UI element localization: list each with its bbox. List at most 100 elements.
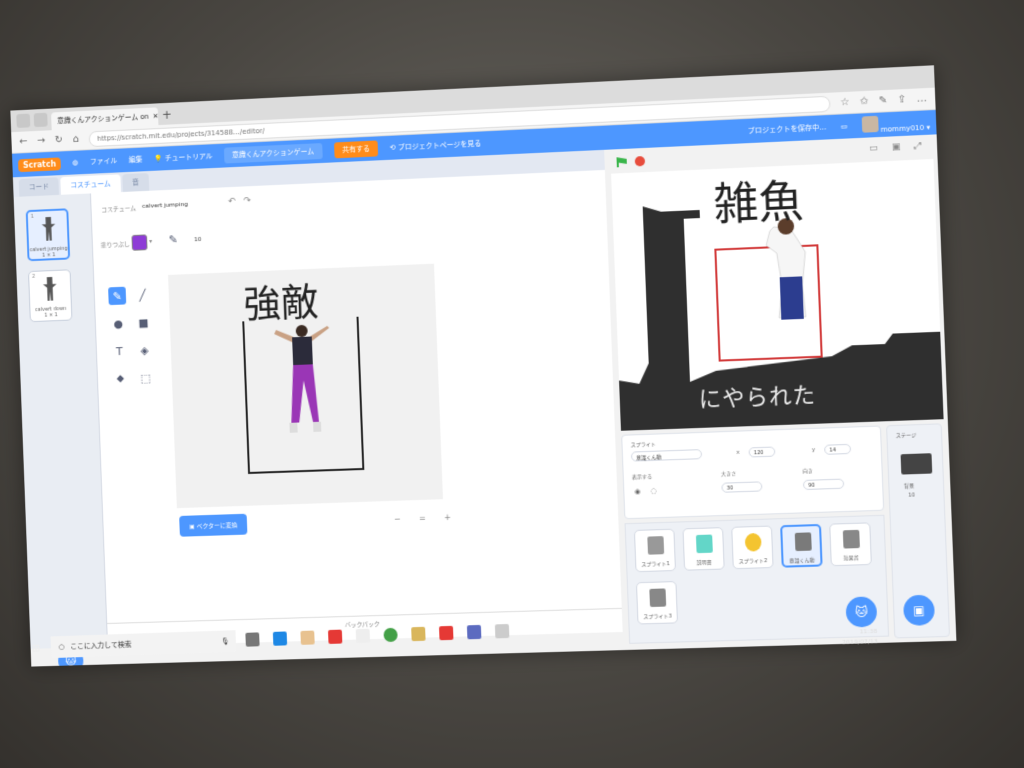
paint-editor: コスチューム calvert jumping ↶ ↷ 塗りつぶし ▾ ✎ 10 … (90, 169, 623, 647)
y-input[interactable]: 14 (824, 443, 852, 455)
app-icon[interactable] (300, 630, 315, 645)
eraser-icon[interactable]: ⬥ (111, 370, 129, 388)
share-button[interactable]: 共有する (334, 140, 379, 159)
store-icon[interactable] (355, 628, 371, 644)
sprite-item[interactable]: 説明書 (682, 527, 725, 571)
brush-tool-icon[interactable]: ✎ (108, 286, 127, 306)
sprite-info-panel: スプライト 意識くん動 x 120 y 14 表示する ◉ ◌ 大きさ 30 向… (621, 425, 885, 520)
sprite-item[interactable]: スプライト1 (633, 528, 676, 573)
tab-list-icon[interactable] (33, 112, 48, 128)
sprite-name: スプライト1 (641, 561, 670, 569)
redo-icon[interactable]: ↷ (243, 196, 251, 206)
sprite-name: 説明書 (696, 559, 712, 567)
costume-item[interactable]: 1 calvert jumping 1 × 1 (25, 208, 71, 262)
costume-name-label: コスチューム (101, 205, 137, 214)
fill-label: 塗りつぶし (100, 241, 131, 250)
sprite-item[interactable]: スプライト2 (731, 525, 774, 570)
see-project-label: プロジェクトページを見る (397, 139, 482, 152)
favorites-icon[interactable]: ✩ (860, 96, 869, 108)
costume-thumbnail (41, 217, 55, 241)
stop-icon[interactable] (634, 156, 646, 167)
forward-icon[interactable]: → (37, 135, 46, 146)
fullscreen-icon[interactable]: ⤢ (914, 141, 922, 151)
sprite-thumbnail (695, 534, 713, 554)
y-label: y (811, 447, 816, 454)
chevron-down-icon: ▾ (926, 123, 931, 132)
paint-canvas[interactable]: 強敵 (168, 263, 443, 509)
undo-icon[interactable]: ↶ (228, 197, 236, 207)
scratch-logo[interactable]: Scratch (17, 156, 62, 172)
sprite-name-input[interactable]: 意識くん動 (630, 449, 703, 462)
home-icon[interactable]: ⌂ (72, 134, 79, 145)
direction-input[interactable]: 90 (802, 478, 845, 491)
x-input[interactable]: 120 (748, 446, 776, 458)
back-icon[interactable]: ← (19, 136, 27, 147)
edit-menu-label: 編集 (128, 155, 143, 165)
file-menu[interactable]: ファイル (90, 156, 118, 167)
sprite-thumbnail (842, 529, 860, 549)
chrome-icon[interactable] (383, 627, 398, 643)
app-icon[interactable] (439, 625, 454, 641)
see-project-page-button[interactable]: ⟲ プロジェクトページを見る (390, 139, 482, 153)
tab-title: 意識くんアクションゲーム on (57, 112, 149, 126)
refresh-icon[interactable]: ↻ (55, 135, 64, 146)
rectangle-tool-icon[interactable]: ■ (134, 313, 152, 331)
tab-code[interactable]: コード (18, 177, 59, 197)
share-icon[interactable]: ⇪ (897, 94, 906, 106)
sprite-item[interactable]: 意識くん動 (780, 523, 823, 568)
convert-label: ベクターに変換 (196, 521, 238, 531)
fill-bucket-icon[interactable]: ◈ (135, 341, 153, 359)
zoom-controls[interactable]: − = + (394, 513, 459, 524)
small-stage-icon[interactable]: ▭ (869, 143, 878, 154)
costume-item[interactable]: 2 calvert down 1 × 1 (27, 269, 73, 323)
costume-number: 1 (30, 213, 34, 220)
tutorials-menu[interactable]: 💡 チュートリアル (154, 151, 213, 164)
search-placeholder: ここに入力して検索 (70, 640, 132, 651)
convert-to-vector-button[interactable]: ▣ ベクターに変換 (179, 513, 248, 537)
sprite-item[interactable]: 効果音 (829, 522, 872, 567)
app-icon[interactable] (328, 629, 343, 644)
taskbar-search-box[interactable]: ○ ここに入力して検索 🎙 (50, 630, 237, 659)
more-icon[interactable]: … (916, 93, 927, 105)
project-title-input[interactable]: 意識くんアクションゲーム (223, 143, 323, 164)
language-globe-icon[interactable]: ◍ (72, 159, 78, 167)
edge-browser-icon[interactable] (272, 631, 288, 646)
green-flag-icon[interactable] (616, 157, 626, 168)
line-tool-icon[interactable]: ╱ (133, 286, 151, 304)
stage-text-bottom: にやられた (698, 383, 817, 413)
hide-eye-icon[interactable]: ◌ (650, 487, 656, 495)
avatar (861, 115, 879, 133)
size-input[interactable]: 30 (721, 481, 763, 493)
tab-sounds[interactable]: 音 (122, 173, 150, 192)
window-control-icon[interactable] (16, 113, 31, 128)
stage-canvas[interactable]: 雑魚 にやられた (611, 158, 944, 431)
outline-brush-icon[interactable]: ✎ (168, 233, 177, 246)
select-tool-icon[interactable]: ⬚ (136, 369, 154, 387)
close-tab-icon[interactable]: ✕ (152, 112, 158, 120)
circle-tool-icon[interactable]: ● (109, 314, 127, 332)
costume-name-input[interactable]: calvert jumping (142, 201, 188, 210)
new-tab-button[interactable]: + (162, 108, 172, 122)
save-status: プロジェクトを保存中… (747, 123, 827, 136)
favorite-star-icon[interactable]: ☆ (840, 97, 850, 109)
file-explorer-icon[interactable] (411, 626, 426, 642)
sprite-label: スプライト (630, 441, 657, 449)
edit-menu[interactable]: 編集 (129, 155, 143, 166)
account-menu[interactable]: mommy010 ▾ (861, 113, 930, 134)
text-tool-icon[interactable]: T (110, 342, 128, 360)
task-view-icon[interactable] (245, 632, 260, 647)
taskbar-clock[interactable]: 11:38 2019/07/13 (842, 627, 878, 648)
fill-color-swatch[interactable] (131, 234, 148, 251)
pen-icon[interactable]: ✎ (879, 95, 888, 107)
chevron-down-icon[interactable]: ▾ (149, 238, 152, 245)
normal-stage-icon[interactable]: ▣ (891, 142, 900, 153)
mail-icon[interactable] (494, 623, 510, 639)
sprite-name: スプライト2 (738, 558, 768, 566)
my-stuff-icon[interactable]: ▭ (840, 122, 847, 130)
show-eye-icon[interactable]: ◉ (634, 487, 640, 495)
microphone-icon[interactable]: 🎙 (221, 637, 230, 645)
windows-start-icon[interactable]: ⊞ (31, 642, 40, 655)
outline-size[interactable]: 10 (194, 236, 202, 243)
stage-panel-label: ステージ (895, 432, 917, 440)
app-icon[interactable] (466, 624, 482, 640)
